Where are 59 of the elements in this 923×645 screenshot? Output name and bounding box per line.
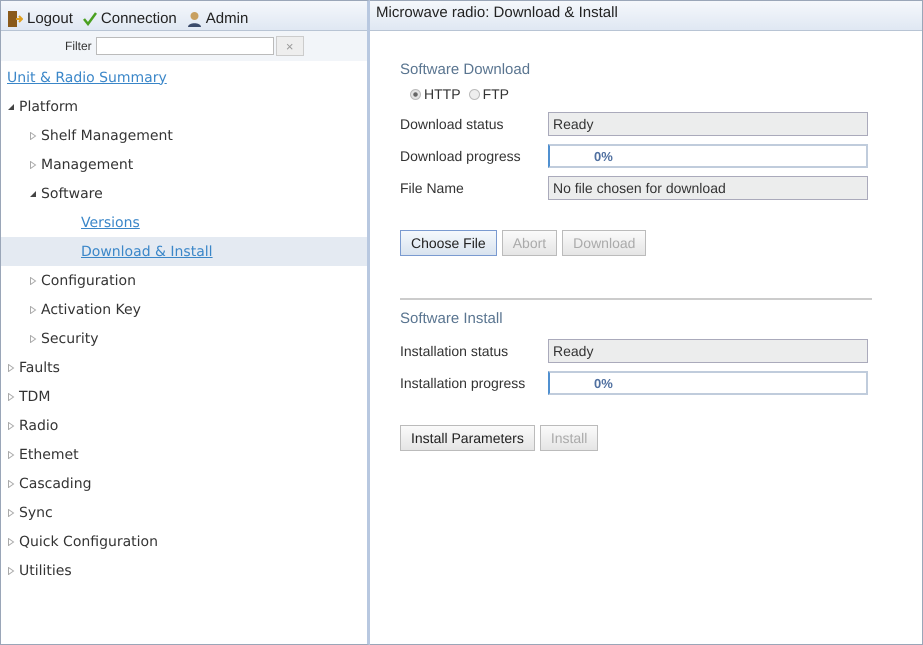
action-button[interactable]: Choose File — [400, 230, 497, 256]
action-button[interactable]: Install Parameters — [400, 425, 535, 451]
check-icon — [82, 12, 97, 26]
tree-item[interactable]: Security — [41, 330, 98, 346]
collapsed-triangle-icon[interactable] — [29, 132, 37, 140]
readonly-field: Ready — [548, 339, 868, 363]
readonly-field: Ready — [548, 112, 868, 136]
toolbar-link[interactable]: Admin — [186, 10, 248, 27]
tree-item[interactable]: Faults — [19, 360, 60, 376]
tree-item[interactable]: Radio — [19, 418, 58, 434]
tree-item[interactable]: Software — [41, 186, 103, 202]
collapsed-triangle-icon[interactable] — [7, 566, 15, 574]
collapsed-triangle-icon[interactable] — [7, 364, 15, 372]
tree-item[interactable]: Configuration — [41, 272, 136, 288]
tree-link[interactable]: Unit & Radio Summary — [7, 70, 167, 86]
collapsed-triangle-icon[interactable] — [29, 160, 37, 168]
radio-button[interactable] — [468, 88, 480, 100]
field-label: Download status — [400, 116, 505, 132]
toolbar-link[interactable]: Connection — [82, 10, 177, 27]
tree-item[interactable]: Sync — [19, 504, 53, 520]
tree-item[interactable]: TDM — [19, 388, 50, 404]
toolbar-link[interactable]: Logout — [7, 10, 73, 28]
section-heading: Software Download — [400, 61, 532, 78]
expanded-triangle-icon[interactable] — [7, 102, 15, 110]
field-label: Installation status — [400, 343, 510, 359]
collapsed-triangle-icon[interactable] — [7, 508, 15, 516]
tree-item[interactable]: Management — [41, 156, 134, 172]
tree-item[interactable]: Activation Key — [41, 302, 141, 318]
filter-field[interactable] — [96, 37, 274, 55]
tree-item[interactable]: Cascading — [19, 476, 92, 492]
section-heading: Software Install — [400, 310, 504, 327]
progress-bar: 0% — [548, 371, 868, 395]
field-label: Installation progress — [400, 375, 526, 391]
tree-item[interactable]: Utilities — [19, 562, 72, 578]
user-icon — [186, 10, 202, 26]
tree-link[interactable]: Versions — [81, 214, 140, 230]
tree-item[interactable]: Shelf Management — [41, 128, 173, 144]
field-label: Download progress — [400, 148, 522, 164]
tree-item[interactable]: Ethemet — [19, 446, 79, 462]
readonly-field: No file chosen for download — [548, 176, 868, 200]
tree-item[interactable]: Quick Configuration — [19, 534, 158, 550]
page-title: Microwave radio: Download & Install — [376, 4, 618, 21]
collapsed-triangle-icon[interactable] — [29, 276, 37, 284]
collapsed-triangle-icon[interactable] — [7, 538, 15, 546]
radio-button[interactable] — [410, 88, 421, 100]
filter-label: Filter — [65, 39, 92, 53]
expanded-triangle-icon[interactable] — [29, 190, 37, 198]
radio-label: HTTP — [424, 86, 461, 102]
field-label: File Name — [400, 180, 465, 196]
collapsed-triangle-icon[interactable] — [7, 450, 15, 458]
door-icon — [7, 10, 23, 28]
collapsed-triangle-icon[interactable] — [7, 422, 15, 430]
collapsed-triangle-icon[interactable] — [7, 392, 15, 400]
collapsed-triangle-icon[interactable] — [29, 306, 37, 314]
radio-label: FTP — [482, 86, 510, 102]
progress-bar: 0% — [548, 144, 868, 168]
collapsed-triangle-icon[interactable] — [29, 334, 37, 342]
collapsed-triangle-icon[interactable] — [7, 480, 15, 488]
tree-item[interactable]: Platform — [19, 98, 78, 114]
